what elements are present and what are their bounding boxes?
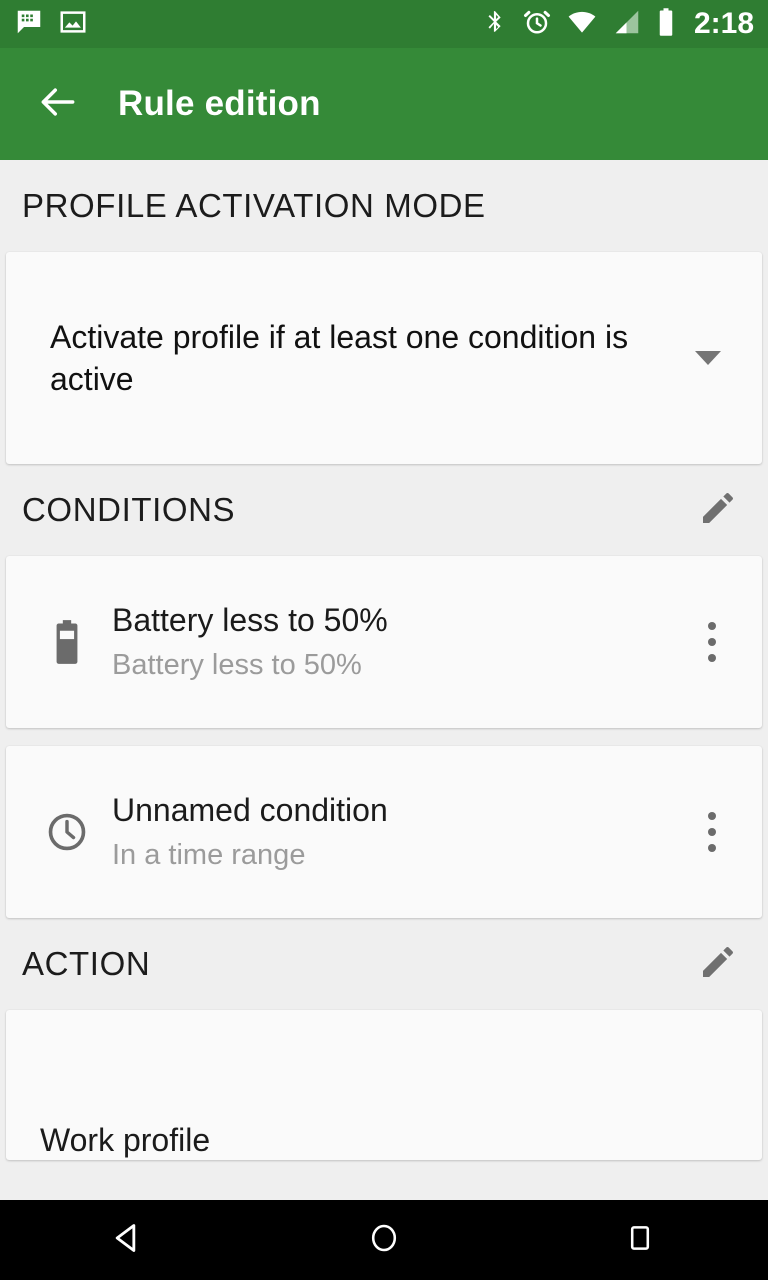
condition-battery-text: Battery less to 50% Battery less to 50%: [112, 601, 388, 683]
square-recents-icon: [623, 1221, 657, 1260]
app-bar: Rule edition: [0, 48, 768, 160]
condition-item-time-range[interactable]: Unnamed condition In a time range: [6, 746, 762, 918]
conditions-title: CONDITIONS: [22, 491, 236, 528]
phone-screen: 2:18 Rule edition PROFILE ACTIVATION MOD…: [0, 0, 768, 1280]
circle-home-icon: [366, 1220, 402, 1261]
messaging-icon: [14, 7, 44, 42]
page-title: Rule edition: [118, 84, 321, 123]
battery-icon: [656, 7, 676, 42]
system-navigation-bar: [0, 1200, 768, 1280]
battery-icon: [40, 617, 94, 667]
clock-icon: [40, 809, 94, 855]
condition-item-battery[interactable]: Battery less to 50% Battery less to 50%: [6, 556, 762, 728]
section-header-activation-mode: PROFILE ACTIVATION MODE: [0, 160, 768, 252]
status-bar-notification-icons: [14, 7, 88, 42]
activation-mode-value: Activate profile if at least one conditi…: [50, 318, 629, 397]
bluetooth-icon: [482, 7, 508, 42]
pencil-icon: [698, 488, 738, 533]
action-item-title: Work profile: [40, 1122, 211, 1159]
nav-recents-button[interactable]: [512, 1200, 768, 1280]
status-bar-clock: 2:18: [693, 7, 754, 40]
status-bar-system-icons: 2:18: [482, 7, 754, 42]
action-item-work-profile[interactable]: Work profile: [6, 1010, 762, 1160]
image-icon: [58, 7, 88, 42]
condition-title: Unnamed condition: [112, 791, 388, 828]
more-vert-icon[interactable]: [684, 602, 740, 682]
condition-subtitle: In a time range: [112, 839, 306, 872]
section-header-conditions: CONDITIONS: [0, 464, 768, 556]
back-button[interactable]: [32, 78, 84, 130]
condition-title: Battery less to 50%: [112, 601, 388, 638]
edit-action-button[interactable]: [694, 940, 742, 988]
alarm-icon: [522, 7, 552, 42]
triangle-back-icon: [108, 1218, 148, 1263]
chevron-down-icon[interactable]: [688, 338, 728, 378]
condition-subtitle: Battery less to 50%: [112, 649, 362, 682]
activation-mode-spinner[interactable]: Activate profile if at least one conditi…: [6, 252, 762, 464]
edit-conditions-button[interactable]: [694, 486, 742, 534]
condition-time-text: Unnamed condition In a time range: [112, 791, 388, 873]
cellular-signal-icon: [612, 7, 642, 42]
nav-back-button[interactable]: [0, 1200, 256, 1280]
activation-mode-title: PROFILE ACTIVATION MODE: [22, 187, 486, 224]
more-vert-icon[interactable]: [684, 792, 740, 872]
pencil-icon: [698, 942, 738, 987]
action-title: ACTION: [22, 945, 151, 982]
nav-home-button[interactable]: [256, 1200, 512, 1280]
content-scroll-area[interactable]: PROFILE ACTIVATION MODE Activate profile…: [0, 160, 768, 1200]
section-header-action: ACTION: [0, 918, 768, 1010]
status-bar: 2:18: [0, 0, 768, 48]
wifi-icon: [566, 7, 598, 42]
arrow-back-icon: [36, 80, 80, 129]
